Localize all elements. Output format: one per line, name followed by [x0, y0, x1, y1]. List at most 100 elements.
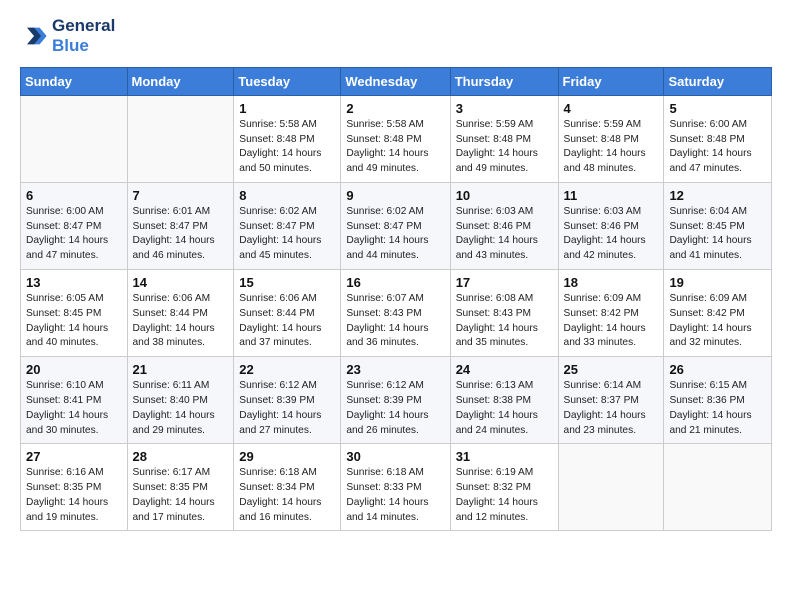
calendar-cell: 1 Sunrise: 5:58 AMSunset: 8:48 PMDaylight…	[234, 95, 341, 182]
weekday-header: Saturday	[664, 67, 772, 95]
day-number: 11	[564, 188, 659, 203]
cell-info: Sunrise: 6:04 AMSunset: 8:45 PMDaylight:…	[669, 205, 766, 264]
cell-info: Sunrise: 6:12 AMSunset: 8:39 PMDaylight:…	[239, 379, 335, 438]
day-number: 23	[346, 362, 444, 377]
day-number: 17	[456, 275, 553, 290]
calendar-cell: 24 Sunrise: 6:13 AMSunset: 8:38 PMDayligh…	[450, 357, 558, 444]
calendar-cell: 11 Sunrise: 6:03 AMSunset: 8:46 PMDayligh…	[558, 182, 664, 269]
calendar-cell: 5 Sunrise: 6:00 AMSunset: 8:48 PMDaylight…	[664, 95, 772, 182]
calendar-cell: 20 Sunrise: 6:10 AMSunset: 8:41 PMDayligh…	[21, 357, 128, 444]
calendar-cell: 27Sunrise: 6:16 AMSunset: 8:35 PMDayligh…	[21, 444, 128, 531]
cell-info: Sunrise: 6:08 AMSunset: 8:43 PMDaylight:…	[456, 292, 553, 351]
day-number: 8	[239, 188, 335, 203]
cell-info: Sunrise: 6:11 AMSunset: 8:40 PMDaylight:…	[133, 379, 229, 438]
logo: General Blue	[20, 16, 115, 57]
cell-info: Sunrise: 6:09 AMSunset: 8:42 PMDaylight:…	[669, 292, 766, 351]
calendar-cell: 10 Sunrise: 6:03 AMSunset: 8:46 PMDayligh…	[450, 182, 558, 269]
cell-info: Sunrise: 6:05 AMSunset: 8:45 PMDaylight:…	[26, 292, 122, 351]
day-number: 1	[239, 101, 335, 116]
day-number: 15	[239, 275, 335, 290]
weekday-header: Thursday	[450, 67, 558, 95]
day-number: 5	[669, 101, 766, 116]
calendar-cell: 17 Sunrise: 6:08 AMSunset: 8:43 PMDayligh…	[450, 270, 558, 357]
calendar-cell: 9 Sunrise: 6:02 AMSunset: 8:47 PMDaylight…	[341, 182, 450, 269]
weekday-header: Tuesday	[234, 67, 341, 95]
day-number: 31	[456, 449, 553, 464]
day-number: 20	[26, 362, 122, 377]
calendar-cell: 7Sunrise: 6:01 AMSunset: 8:47 PMDaylight…	[127, 182, 234, 269]
calendar-cell: 2 Sunrise: 5:58 AMSunset: 8:48 PMDaylight…	[341, 95, 450, 182]
calendar-cell: 22 Sunrise: 6:12 AMSunset: 8:39 PMDayligh…	[234, 357, 341, 444]
cell-info: Sunrise: 6:09 AMSunset: 8:42 PMDaylight:…	[564, 292, 659, 351]
calendar-table: SundayMondayTuesdayWednesdayThursdayFrid…	[20, 67, 772, 532]
calendar-cell: 15 Sunrise: 6:06 AMSunset: 8:44 PMDayligh…	[234, 270, 341, 357]
weekday-header: Sunday	[21, 67, 128, 95]
cell-info: Sunrise: 6:02 AMSunset: 8:47 PMDaylight:…	[346, 205, 444, 264]
calendar-cell	[664, 444, 772, 531]
cell-info: Sunrise: 6:07 AMSunset: 8:43 PMDaylight:…	[346, 292, 444, 351]
cell-info: Sunrise: 6:10 AMSunset: 8:41 PMDaylight:…	[26, 379, 122, 438]
cell-info: Sunrise: 6:15 AMSunset: 8:36 PMDaylight:…	[669, 379, 766, 438]
cell-info: Sunrise: 5:59 AMSunset: 8:48 PMDaylight:…	[456, 118, 553, 177]
day-number: 30	[346, 449, 444, 464]
cell-info: Sunrise: 6:00 AMSunset: 8:48 PMDaylight:…	[669, 118, 766, 177]
header: General Blue	[20, 16, 772, 57]
calendar-cell: 14 Sunrise: 6:06 AMSunset: 8:44 PMDayligh…	[127, 270, 234, 357]
calendar-week-row: 6Sunrise: 6:00 AMSunset: 8:47 PMDaylight…	[21, 182, 772, 269]
day-number: 7	[133, 188, 229, 203]
calendar-cell: 28 Sunrise: 6:17 AMSunset: 8:35 PMDayligh…	[127, 444, 234, 531]
day-number: 24	[456, 362, 553, 377]
calendar-cell	[21, 95, 128, 182]
cell-info: Sunrise: 6:03 AMSunset: 8:46 PMDaylight:…	[564, 205, 659, 264]
day-number: 18	[564, 275, 659, 290]
cell-info: Sunrise: 6:12 AMSunset: 8:39 PMDaylight:…	[346, 379, 444, 438]
cell-info: Sunrise: 6:02 AMSunset: 8:47 PMDaylight:…	[239, 205, 335, 264]
page: General Blue SundayMondayTuesdayWednesda…	[0, 0, 792, 547]
calendar-cell	[558, 444, 664, 531]
logo-icon	[20, 22, 48, 50]
day-number: 9	[346, 188, 444, 203]
calendar-cell	[127, 95, 234, 182]
day-number: 10	[456, 188, 553, 203]
calendar-cell: 21Sunrise: 6:11 AMSunset: 8:40 PMDayligh…	[127, 357, 234, 444]
calendar-cell: 16Sunrise: 6:07 AMSunset: 8:43 PMDayligh…	[341, 270, 450, 357]
calendar-cell: 8 Sunrise: 6:02 AMSunset: 8:47 PMDaylight…	[234, 182, 341, 269]
day-number: 29	[239, 449, 335, 464]
day-number: 12	[669, 188, 766, 203]
calendar-cell: 19 Sunrise: 6:09 AMSunset: 8:42 PMDayligh…	[664, 270, 772, 357]
cell-info: Sunrise: 6:18 AMSunset: 8:33 PMDaylight:…	[346, 466, 444, 525]
day-number: 26	[669, 362, 766, 377]
cell-info: Sunrise: 6:19 AMSunset: 8:32 PMDaylight:…	[456, 466, 553, 525]
calendar-week-row: 20 Sunrise: 6:10 AMSunset: 8:41 PMDayligh…	[21, 357, 772, 444]
calendar-week-row: 27Sunrise: 6:16 AMSunset: 8:35 PMDayligh…	[21, 444, 772, 531]
cell-info: Sunrise: 6:06 AMSunset: 8:44 PMDaylight:…	[133, 292, 229, 351]
day-number: 2	[346, 101, 444, 116]
calendar-cell: 4 Sunrise: 5:59 AMSunset: 8:48 PMDaylight…	[558, 95, 664, 182]
cell-info: Sunrise: 6:13 AMSunset: 8:38 PMDaylight:…	[456, 379, 553, 438]
day-number: 4	[564, 101, 659, 116]
day-number: 19	[669, 275, 766, 290]
day-number: 22	[239, 362, 335, 377]
calendar-cell: 12 Sunrise: 6:04 AMSunset: 8:45 PMDayligh…	[664, 182, 772, 269]
cell-info: Sunrise: 6:18 AMSunset: 8:34 PMDaylight:…	[239, 466, 335, 525]
calendar-cell: 18 Sunrise: 6:09 AMSunset: 8:42 PMDayligh…	[558, 270, 664, 357]
cell-info: Sunrise: 5:58 AMSunset: 8:48 PMDaylight:…	[239, 118, 335, 177]
calendar-week-row: 1 Sunrise: 5:58 AMSunset: 8:48 PMDaylight…	[21, 95, 772, 182]
cell-info: Sunrise: 5:59 AMSunset: 8:48 PMDaylight:…	[564, 118, 659, 177]
cell-info: Sunrise: 6:06 AMSunset: 8:44 PMDaylight:…	[239, 292, 335, 351]
calendar-cell: 31 Sunrise: 6:19 AMSunset: 8:32 PMDayligh…	[450, 444, 558, 531]
cell-info: Sunrise: 6:16 AMSunset: 8:35 PMDaylight:…	[26, 466, 122, 525]
day-number: 3	[456, 101, 553, 116]
weekday-header: Monday	[127, 67, 234, 95]
cell-info: Sunrise: 6:03 AMSunset: 8:46 PMDaylight:…	[456, 205, 553, 264]
cell-info: Sunrise: 6:00 AMSunset: 8:47 PMDaylight:…	[26, 205, 122, 264]
calendar-week-row: 13Sunrise: 6:05 AMSunset: 8:45 PMDayligh…	[21, 270, 772, 357]
day-number: 28	[133, 449, 229, 464]
weekday-header: Wednesday	[341, 67, 450, 95]
calendar-cell: 25Sunrise: 6:14 AMSunset: 8:37 PMDayligh…	[558, 357, 664, 444]
weekday-header: Friday	[558, 67, 664, 95]
day-number: 14	[133, 275, 229, 290]
calendar-cell: 23 Sunrise: 6:12 AMSunset: 8:39 PMDayligh…	[341, 357, 450, 444]
cell-info: Sunrise: 5:58 AMSunset: 8:48 PMDaylight:…	[346, 118, 444, 177]
cell-info: Sunrise: 6:17 AMSunset: 8:35 PMDaylight:…	[133, 466, 229, 525]
